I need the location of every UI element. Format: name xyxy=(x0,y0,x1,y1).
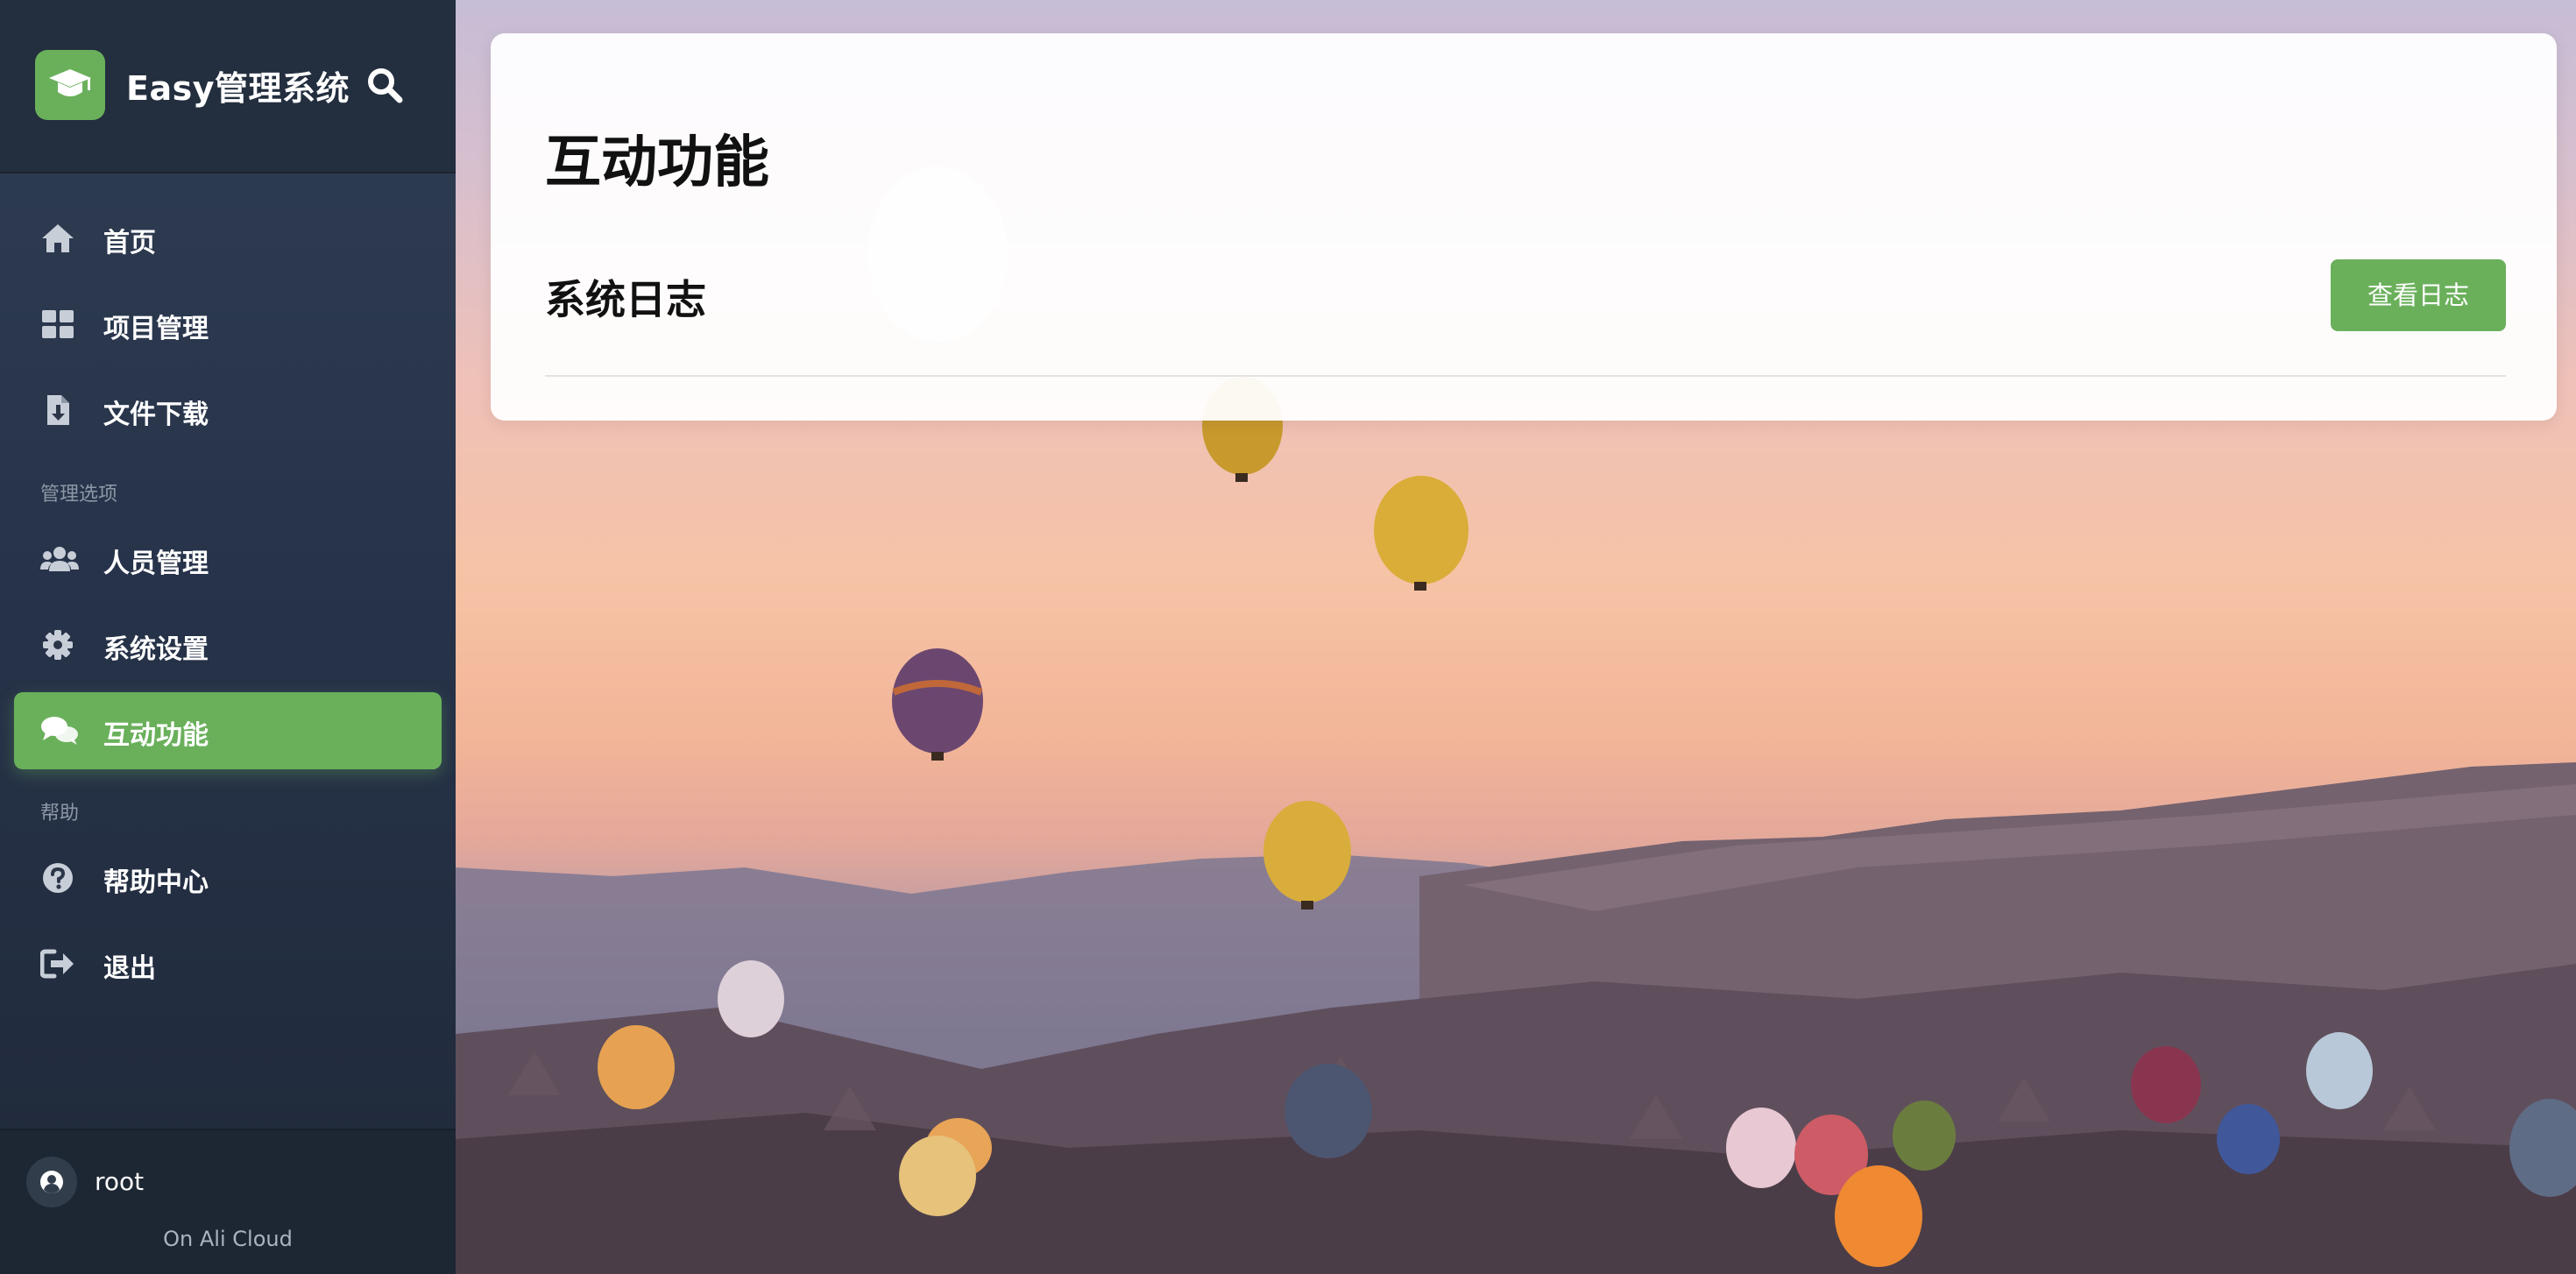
section-label-manage: 管理选项 xyxy=(40,484,118,506)
sidebar-item-logout[interactable]: 退出 xyxy=(14,925,442,1002)
graduation-cap-icon[interactable] xyxy=(35,50,105,120)
grid-icon xyxy=(40,308,75,340)
sidebar-item-label: 退出 xyxy=(103,953,156,984)
sidebar-item-label: 帮助中心 xyxy=(103,867,209,898)
sidebar: Easy管理系统 首页 项目管理 文件下载 管理选项 人员管理 系统设置 互动功… xyxy=(0,0,456,1274)
sidebar-item-label: 项目管理 xyxy=(103,314,209,344)
sidebar-item-home[interactable]: 首页 xyxy=(14,200,442,277)
sidebar-item-settings[interactable]: 系统设置 xyxy=(14,606,442,683)
sidebar-item-label: 人员管理 xyxy=(103,549,209,579)
question-circle-icon xyxy=(40,862,75,894)
home-icon xyxy=(40,223,75,254)
sidebar-item-label: 文件下载 xyxy=(103,400,209,430)
page-title: 互动功能 xyxy=(545,131,769,195)
user-footer: root On Ali Cloud xyxy=(0,1129,456,1274)
sidebar-item-downloads[interactable]: 文件下载 xyxy=(14,372,442,449)
section-title-system-log: 系统日志 xyxy=(545,276,706,323)
sidebar-item-label: 系统设置 xyxy=(103,634,209,665)
view-log-button[interactable]: 查看日志 xyxy=(2331,259,2506,331)
app-title: Easy管理系统 xyxy=(126,69,350,108)
search-icon[interactable] xyxy=(366,67,403,103)
content-card: 互动功能 系统日志 查看日志 xyxy=(491,33,2557,421)
sidebar-item-users[interactable]: 人员管理 xyxy=(14,520,442,598)
sidebar-item-help-center[interactable]: 帮助中心 xyxy=(14,839,442,917)
chat-icon xyxy=(40,715,78,747)
sidebar-item-label: 首页 xyxy=(103,228,156,258)
file-download-icon xyxy=(40,394,75,426)
users-icon xyxy=(40,543,79,575)
section-label-help: 帮助 xyxy=(40,803,80,825)
gear-icon xyxy=(40,629,75,661)
sidebar-item-projects[interactable]: 项目管理 xyxy=(14,286,442,363)
username: root xyxy=(95,1167,145,1196)
divider xyxy=(545,375,2506,377)
sign-out-icon xyxy=(39,948,75,980)
host-label: On Ali Cloud xyxy=(163,1227,293,1251)
sidebar-item-label: 互动功能 xyxy=(103,720,209,751)
user-circle-icon[interactable] xyxy=(26,1157,77,1207)
brand-header: Easy管理系统 xyxy=(0,0,456,173)
sidebar-item-interaction[interactable]: 互动功能 xyxy=(14,692,442,769)
